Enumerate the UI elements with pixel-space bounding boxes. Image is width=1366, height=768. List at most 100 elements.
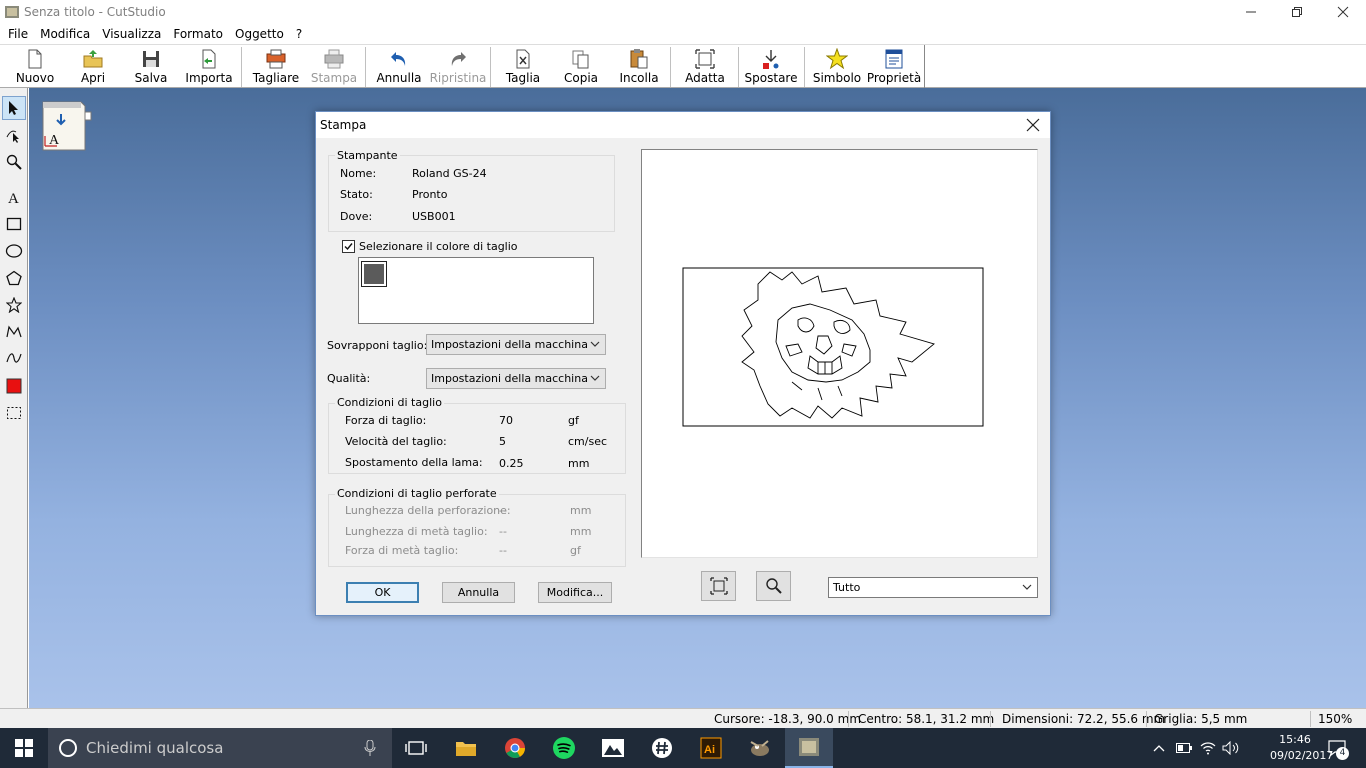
- clock-date: 09/02/2017: [1270, 749, 1334, 762]
- tool-curve[interactable]: [2, 346, 26, 370]
- open-folder-icon: [83, 50, 103, 68]
- undo-icon: [391, 52, 406, 66]
- svg-text:A: A: [8, 191, 19, 205]
- import-button[interactable]: Importa: [184, 47, 234, 87]
- symbol-button[interactable]: Simbolo: [812, 47, 862, 87]
- volume-icon[interactable]: [1222, 741, 1240, 755]
- tool-ellipse[interactable]: [2, 239, 26, 263]
- tool-star[interactable]: [2, 293, 26, 317]
- select-color-label: Selezionare il colore di taglio: [359, 240, 518, 253]
- ok-button[interactable]: OK: [346, 582, 419, 603]
- fit-button[interactable]: Adatta: [682, 47, 728, 87]
- status-divider: [990, 711, 991, 727]
- ellipse-tool-icon: [5, 244, 23, 258]
- half-cut-force-unit: gf: [570, 544, 581, 557]
- show-hidden-icons-chevron-icon[interactable]: [1153, 743, 1165, 753]
- tool-polygon[interactable]: [2, 266, 26, 290]
- printer-status-label: Stato:: [340, 188, 373, 201]
- taskbar-illustrator[interactable]: Ai: [687, 728, 735, 768]
- menu-formato[interactable]: Formato: [167, 27, 229, 41]
- taskbar-chrome[interactable]: [491, 728, 539, 768]
- start-button[interactable]: [0, 728, 48, 768]
- blade-offset-unit: mm: [568, 457, 590, 470]
- fit-icon: [709, 577, 728, 595]
- media-area-frame: [682, 267, 984, 427]
- select-color-checkbox[interactable]: [342, 240, 355, 253]
- taskbar-search[interactable]: Chiedimi qualcosa: [48, 728, 392, 768]
- taskbar-slack[interactable]: [638, 728, 686, 768]
- gimp-icon: [750, 740, 769, 756]
- node-edit-icon: [6, 130, 19, 143]
- open-button[interactable]: Apri: [70, 47, 116, 87]
- taskbar-file-explorer[interactable]: [442, 728, 490, 768]
- star-tool-icon: [6, 297, 22, 313]
- minimize-button[interactable]: [1228, 0, 1274, 24]
- cutter-icon: [266, 49, 286, 69]
- paste-button[interactable]: Incolla: [616, 47, 662, 87]
- toolbar-separator: [241, 47, 242, 87]
- menu-oggetto[interactable]: Oggetto: [229, 27, 290, 41]
- paste-icon: [630, 49, 648, 69]
- tool-rectangle[interactable]: [2, 212, 26, 236]
- selection-frame-icon: [7, 407, 21, 419]
- taskbar-cutstudio[interactable]: [785, 728, 833, 768]
- preview-range-value: Tutto: [833, 581, 861, 594]
- new-button[interactable]: Nuovo: [12, 47, 58, 87]
- blade-offset-label: Spostamento della lama:: [345, 456, 483, 469]
- tool-palette: A: [0, 88, 28, 708]
- rectangle-tool-icon: [6, 217, 22, 231]
- fit-preview-button[interactable]: [701, 571, 736, 601]
- menu-visualizza[interactable]: Visualizza: [96, 27, 167, 41]
- tool-select[interactable]: [2, 96, 26, 120]
- taskbar-photos[interactable]: [589, 728, 637, 768]
- cut-icon: [516, 49, 530, 69]
- tool-fill-color[interactable]: [2, 374, 26, 398]
- battery-icon[interactable]: [1176, 743, 1192, 753]
- taskbar-clock[interactable]: 15:46 09/02/2017: [1270, 732, 1334, 764]
- half-cut-force-label: Forza di metà taglio:: [345, 544, 459, 557]
- print-button[interactable]: Stampa: [311, 47, 357, 87]
- move-button[interactable]: Spostare: [745, 47, 797, 87]
- task-view-icon: [405, 741, 427, 755]
- polygon-tool-icon: [6, 270, 22, 286]
- menu-modifica[interactable]: Modifica: [34, 27, 96, 41]
- tool-node-edit[interactable]: [2, 123, 26, 147]
- cut-button[interactable]: Taglia: [500, 47, 546, 87]
- zoom-preview-button[interactable]: [756, 571, 791, 601]
- menu-file[interactable]: File: [2, 27, 34, 41]
- quality-select[interactable]: Impostazioni della macchina: [426, 368, 606, 389]
- tool-polyline[interactable]: [2, 320, 26, 344]
- tool-text[interactable]: A: [2, 185, 26, 209]
- cutstudio-app-icon: [5, 6, 19, 18]
- close-icon[interactable]: [1024, 116, 1042, 134]
- copy-icon: [572, 50, 589, 69]
- redo-button[interactable]: Ripristina: [430, 47, 486, 87]
- properties-button[interactable]: Proprietà: [866, 47, 922, 87]
- cut-color-swatch[interactable]: [361, 261, 387, 287]
- save-button[interactable]: Salva: [128, 47, 174, 87]
- copy-button[interactable]: Copia: [558, 47, 604, 87]
- printer-name-label: Nome:: [340, 167, 377, 180]
- cut-plot-button[interactable]: Tagliare: [251, 47, 301, 87]
- taskbar-spotify[interactable]: [540, 728, 588, 768]
- tool-selection-frame[interactable]: [2, 401, 26, 425]
- cancel-button[interactable]: Annulla: [442, 582, 515, 603]
- preview-range-select[interactable]: Tutto: [828, 577, 1038, 598]
- cursor-position: Cursore: -18.3, 90.0 mm: [714, 712, 862, 726]
- taskbar-gimp[interactable]: [736, 728, 784, 768]
- title-bar: Senza titolo - CutStudio: [0, 0, 1366, 24]
- perforation-length-value: --: [499, 504, 507, 517]
- restore-button[interactable]: [1274, 0, 1320, 24]
- menu-help[interactable]: ?: [290, 27, 308, 41]
- tool-zoom[interactable]: [2, 150, 26, 174]
- modify-button[interactable]: Modifica...: [538, 582, 612, 603]
- cut-color-list[interactable]: [358, 257, 594, 324]
- wifi-icon[interactable]: [1200, 741, 1216, 755]
- task-view-button[interactable]: [392, 728, 440, 768]
- overlap-select[interactable]: Impostazioni della macchina: [426, 334, 606, 355]
- undo-button[interactable]: Annulla: [376, 47, 422, 87]
- printer-status-value: Pronto: [412, 188, 448, 201]
- curve-tool-icon: [6, 353, 22, 363]
- close-window-button[interactable]: [1320, 0, 1366, 24]
- action-center-button[interactable]: 4: [1322, 728, 1366, 768]
